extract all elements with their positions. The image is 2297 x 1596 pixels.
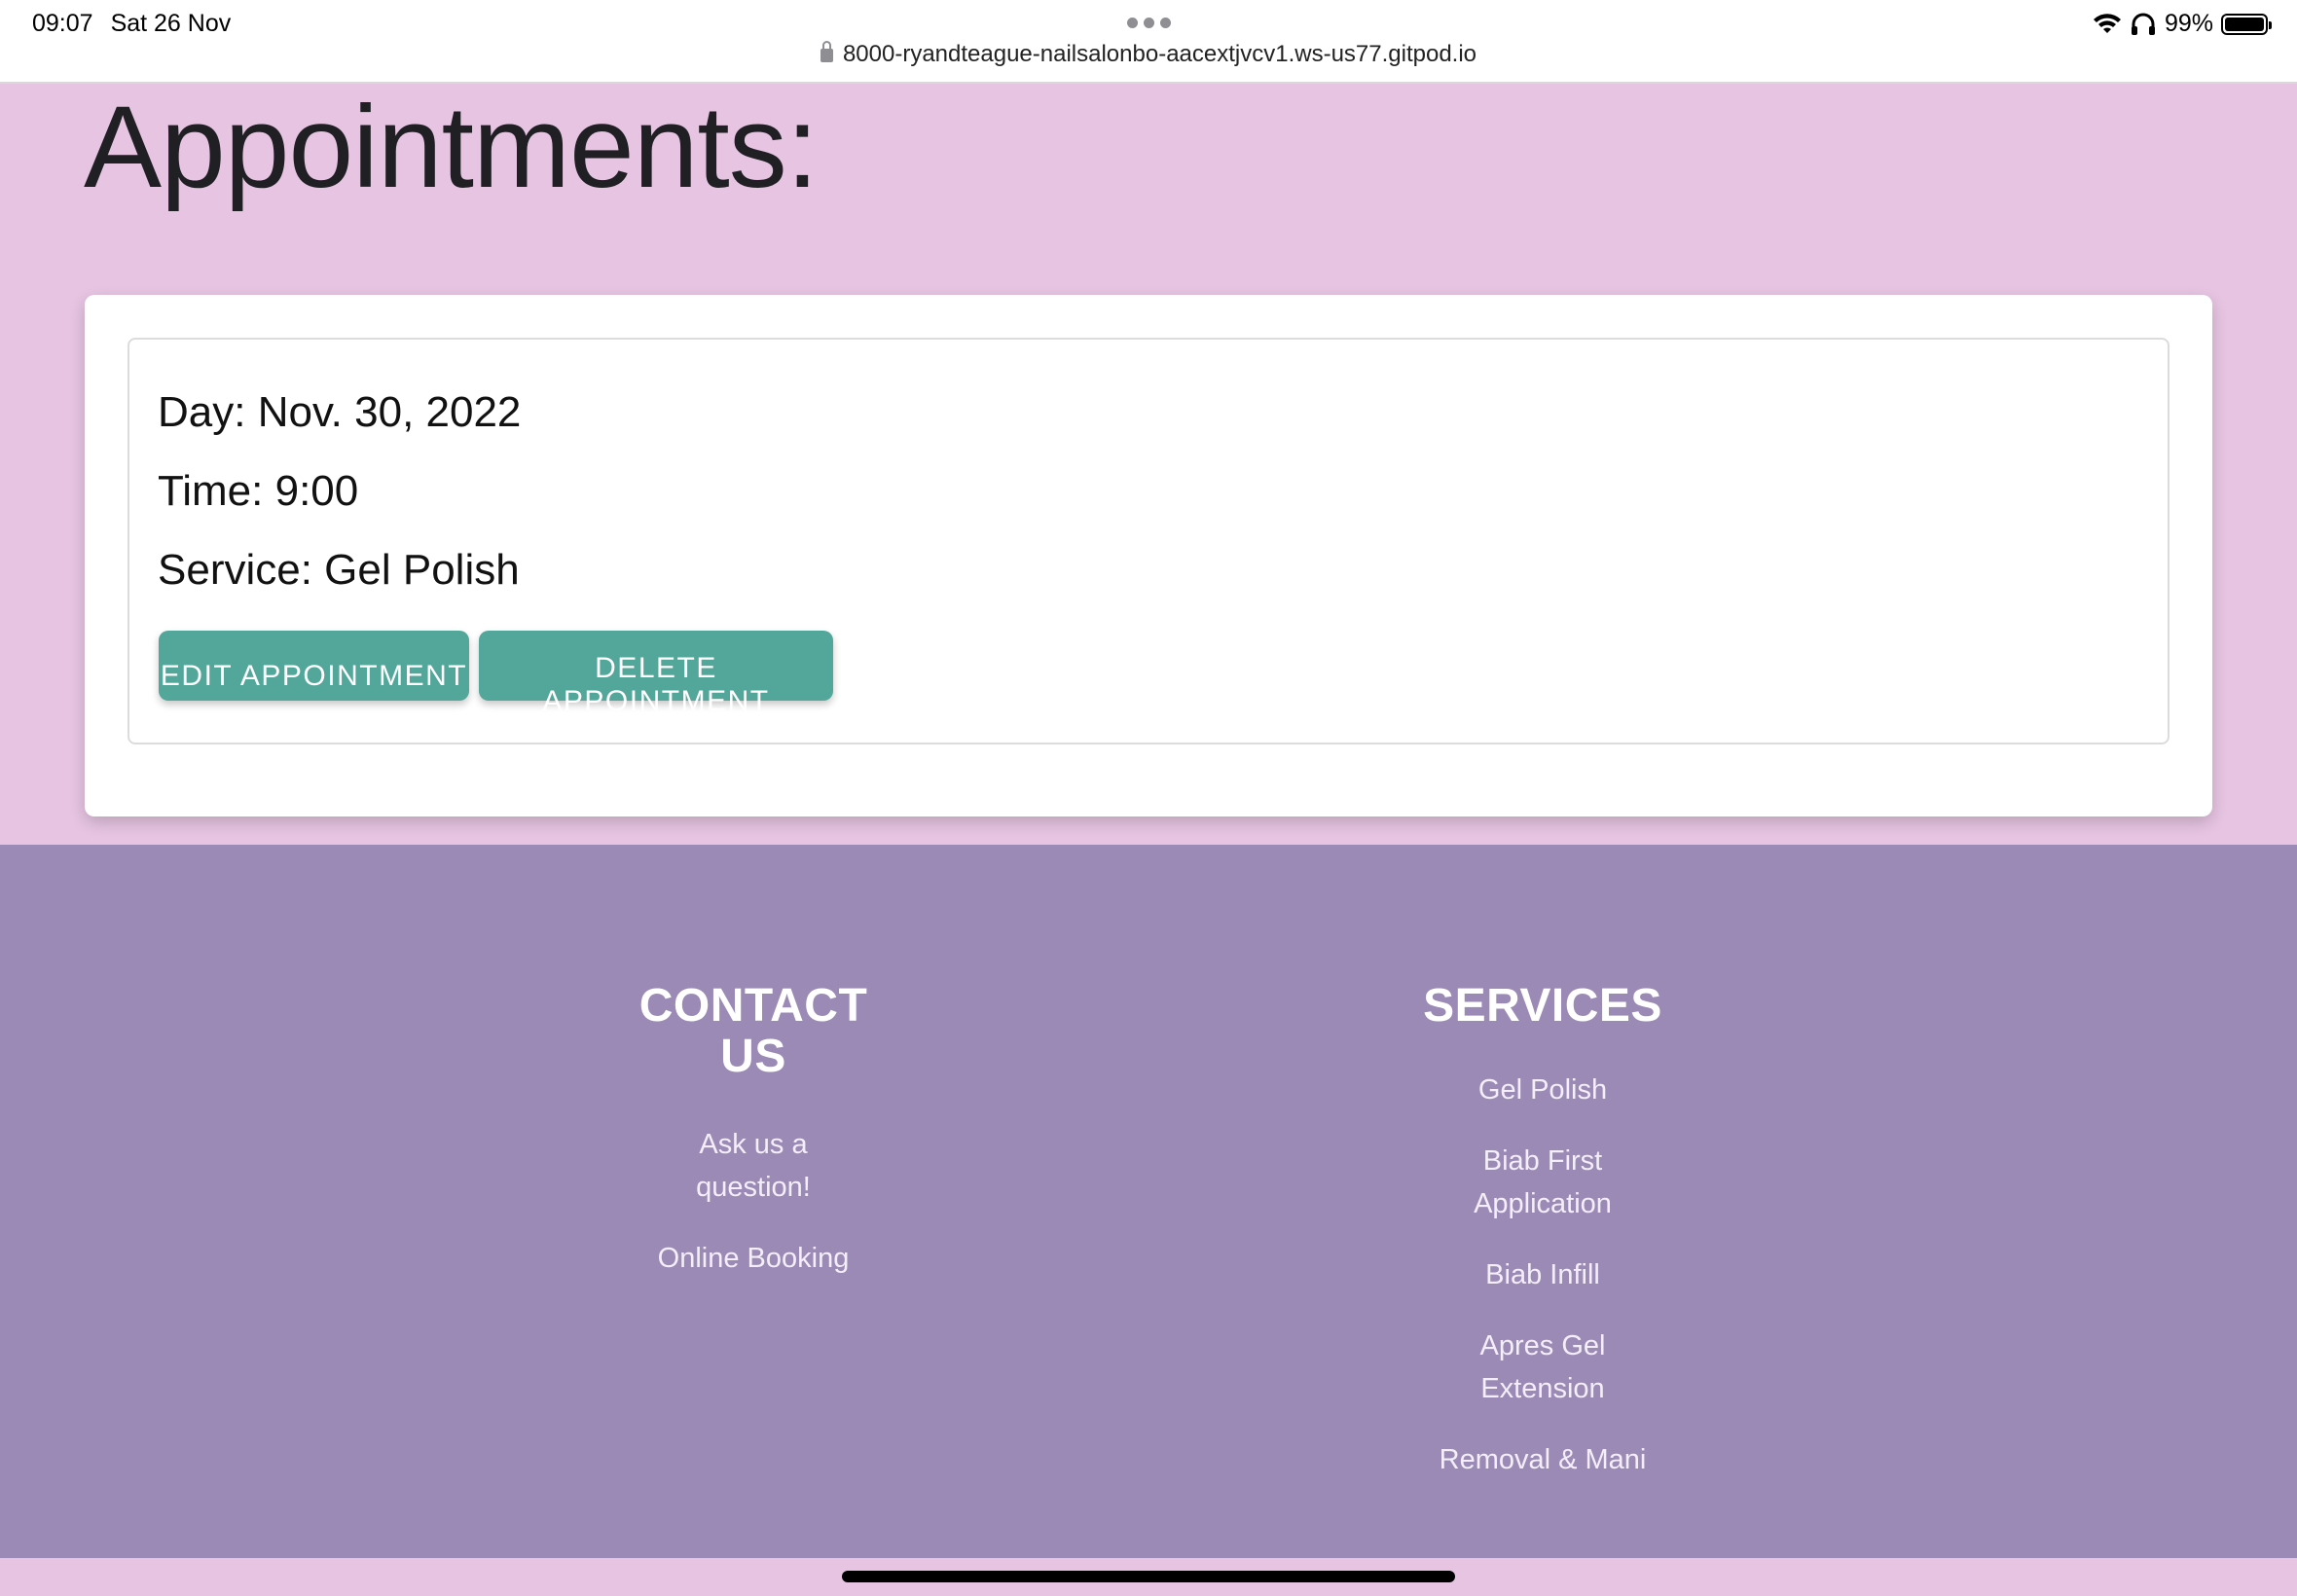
delete-appointment-button[interactable]: DELETE APPOINTMENT — [479, 631, 833, 717]
url-text: 8000-ryandteague-nailsalonbo-aacextjvcv1… — [842, 41, 1477, 67]
appointment-card: Day: Nov. 30, 2022 Time: 9:00 Service: G… — [85, 295, 2212, 816]
status-icons: 99% — [2093, 10, 2272, 38]
service-link-apres-gel-extension[interactable]: Apres Gel Extension — [1445, 1324, 1640, 1410]
wifi-icon — [2093, 13, 2122, 35]
page-title: Appointments: — [84, 82, 819, 212]
appointment-details: Day: Nov. 30, 2022 Time: 9:00 Service: G… — [128, 338, 2169, 744]
contact-heading-line2: US — [720, 1031, 786, 1082]
appointment-day: Day: Nov. 30, 2022 — [158, 388, 522, 436]
services-list: Gel Polish Biab First Application Biab I… — [1348, 1069, 1737, 1481]
contact-heading-line1: CONTACT — [638, 980, 868, 1032]
address-bar[interactable]: 8000-ryandteague-nailsalonbo-aacextjvcv1… — [0, 41, 2297, 68]
edit-appointment-button[interactable]: EDIT APPOINTMENT — [159, 631, 469, 701]
appointment-service: Service: Gel Polish — [158, 546, 520, 594]
headphones-icon — [2130, 13, 2157, 36]
footer: CONTACT US Ask us a question! Online Boo… — [0, 845, 2297, 1558]
footer-contact-column: CONTACT US Ask us a question! Online Boo… — [607, 981, 899, 1280]
lock-icon — [820, 41, 833, 62]
service-link-removal-mani[interactable]: Removal & Mani — [1348, 1438, 1737, 1481]
status-bar: 09:07 Sat 26 Nov 8000-ryandteague-nailsal… — [0, 0, 2297, 84]
online-booking-link[interactable]: Online Booking — [607, 1237, 899, 1280]
appointment-time: Time: 9:00 — [158, 467, 359, 515]
service-link-biab-infill[interactable]: Biab Infill — [1348, 1253, 1737, 1296]
home-indicator[interactable] — [842, 1571, 1455, 1582]
clock: 09:07 — [32, 10, 93, 37]
services-heading: SERVICES — [1423, 980, 1662, 1032]
ask-question-link[interactable]: Ask us a question! — [666, 1123, 841, 1209]
service-link-biab-first-application[interactable]: Biab First Application — [1445, 1140, 1640, 1225]
contact-heading: CONTACT US — [607, 981, 899, 1082]
battery-percent: 99% — [2164, 10, 2213, 37]
service-link-gel-polish[interactable]: Gel Polish — [1348, 1069, 1737, 1111]
battery-icon — [2221, 13, 2272, 35]
date: Sat 26 Nov — [110, 10, 232, 37]
footer-services-column: SERVICES Gel Polish Biab First Applicati… — [1348, 981, 1737, 1509]
more-dots-icon[interactable] — [1127, 18, 1171, 28]
status-time: 09:07 Sat 26 Nov — [32, 10, 231, 38]
